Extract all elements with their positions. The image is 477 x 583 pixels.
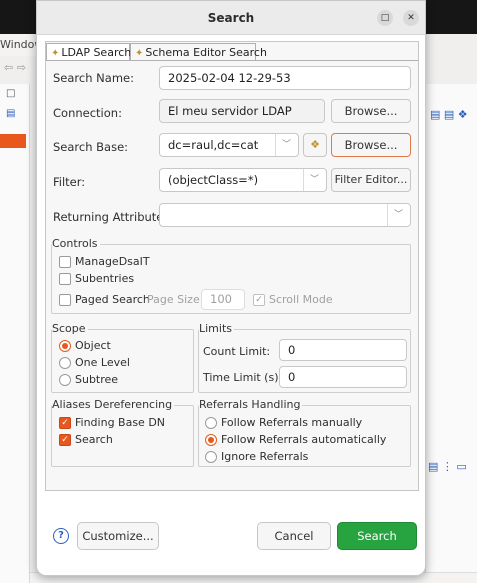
filter-editor-button[interactable]: Filter Editor... [331,168,411,192]
paged-search-label[interactable]: Paged Search [75,293,150,306]
subentries-label[interactable]: Subentries [75,272,134,285]
referrals-automatic-radio[interactable] [205,434,217,446]
returning-attributes-combo[interactable] [159,203,411,227]
scroll-mode-checkbox[interactable]: ✓ [253,294,265,306]
connection-label: Connection: [53,106,122,120]
returning-attributes-dropdown-icon[interactable]: ﹀ [387,204,409,226]
filter-value: (objectClass=*) [168,173,259,187]
scope-group-title: Scope [52,322,88,335]
maximize-button[interactable]: □ [377,10,393,26]
right-panel-toolbar-icons[interactable]: ▤ ▤ ❖ [430,108,476,124]
page-size-label: Page Size: [147,293,204,306]
scope-subtree-radio[interactable] [59,374,71,386]
count-limit-label: Count Limit: [203,345,271,358]
page-size-input[interactable]: 100 [201,289,245,310]
cancel-button[interactable]: Cancel [257,522,331,550]
search-base-label: Search Base: [53,140,129,154]
scope-subtree-label[interactable]: Subtree [75,373,118,386]
ldap-entry-icon: ❖ [310,138,320,151]
aliases-group-title: Aliases Dereferencing [52,398,175,411]
ldap-search-icon: ✦ [51,48,60,59]
search-name-input[interactable]: 2025-02-04 12-29-53 [159,66,411,90]
tab-separator [46,60,418,61]
paged-search-checkbox[interactable] [59,294,71,306]
schema-search-icon: ✦ [135,48,144,59]
aliases-group [51,405,194,467]
search-base-history-button[interactable]: ❖ [303,133,327,157]
customize-button[interactable]: Customize... [77,522,159,550]
app-toolbar: ⇦ ⇨ [0,56,40,84]
app-right-panel [425,84,477,583]
alias-search-checkbox[interactable]: ✓ [59,434,71,446]
minimize-panel-icon[interactable]: □ [6,88,20,102]
search-name-label: Search Name: [53,71,134,85]
help-icon[interactable]: ? [53,528,69,544]
scope-one-level-radio[interactable] [59,357,71,369]
referrals-automatic-label[interactable]: Follow Referrals automatically [221,433,386,446]
controls-group-title: Controls [52,237,100,250]
search-base-browse-button[interactable]: Browse... [331,133,411,157]
scope-object-radio[interactable] [59,340,71,352]
app-left-panel [0,84,30,583]
filter-dropdown-icon[interactable]: ﹀ [303,169,325,191]
manage-dsait-label[interactable]: ManageDsaIT [75,255,150,268]
limits-group-title: Limits [199,322,234,335]
right-panel-lower-icons[interactable]: ▤ ⋮ ▭ [428,460,476,476]
referrals-manual-label[interactable]: Follow Referrals manually [221,416,362,429]
referrals-ignore-label[interactable]: Ignore Referrals [221,450,308,463]
alias-search-label[interactable]: Search [75,433,113,446]
filter-label: Filter: [53,175,86,189]
selected-panel-indicator [0,134,26,148]
panel-view-icon[interactable]: ▤ [6,108,20,122]
manage-dsait-checkbox[interactable] [59,256,71,268]
connection-field: El meu servidor LDAP [159,99,325,123]
referrals-manual-radio[interactable] [205,417,217,429]
referrals-ignore-radio[interactable] [205,451,217,463]
scope-object-label[interactable]: Object [75,339,111,352]
count-limit-input[interactable]: 0 [279,339,407,361]
search-button[interactable]: Search [337,522,417,550]
connection-browse-button[interactable]: Browse... [331,99,411,123]
scroll-mode-label[interactable]: Scroll Mode [269,293,333,306]
filter-combo[interactable]: (objectClass=*) [159,168,327,192]
app-menu-window[interactable]: Window [0,34,40,56]
tab-schema-editor-search[interactable]: ✦ Schema Editor Search [130,43,267,61]
finding-base-dn-checkbox[interactable]: ✓ [59,417,71,429]
close-button[interactable]: ✕ [403,10,419,26]
time-limit-input[interactable]: 0 [279,366,407,388]
search-dialog: Search □ ✕ ✦ LDAP Search ✦ Schema Editor S… [36,0,426,576]
scope-one-level-label[interactable]: One Level [75,356,130,369]
referrals-group-title: Referrals Handling [199,398,303,411]
time-limit-label: Time Limit (s): [203,371,283,384]
finding-base-dn-label[interactable]: Finding Base DN [75,416,165,429]
tab-ldap-search[interactable]: ✦ LDAP Search [46,43,131,61]
search-base-value: dc=raul,dc=cat [168,138,259,152]
subentries-checkbox[interactable] [59,273,71,285]
search-base-dropdown-icon[interactable]: ﹀ [275,134,297,156]
dialog-title: Search [207,11,255,25]
returning-attributes-label: Returning Attributes: [53,210,174,224]
